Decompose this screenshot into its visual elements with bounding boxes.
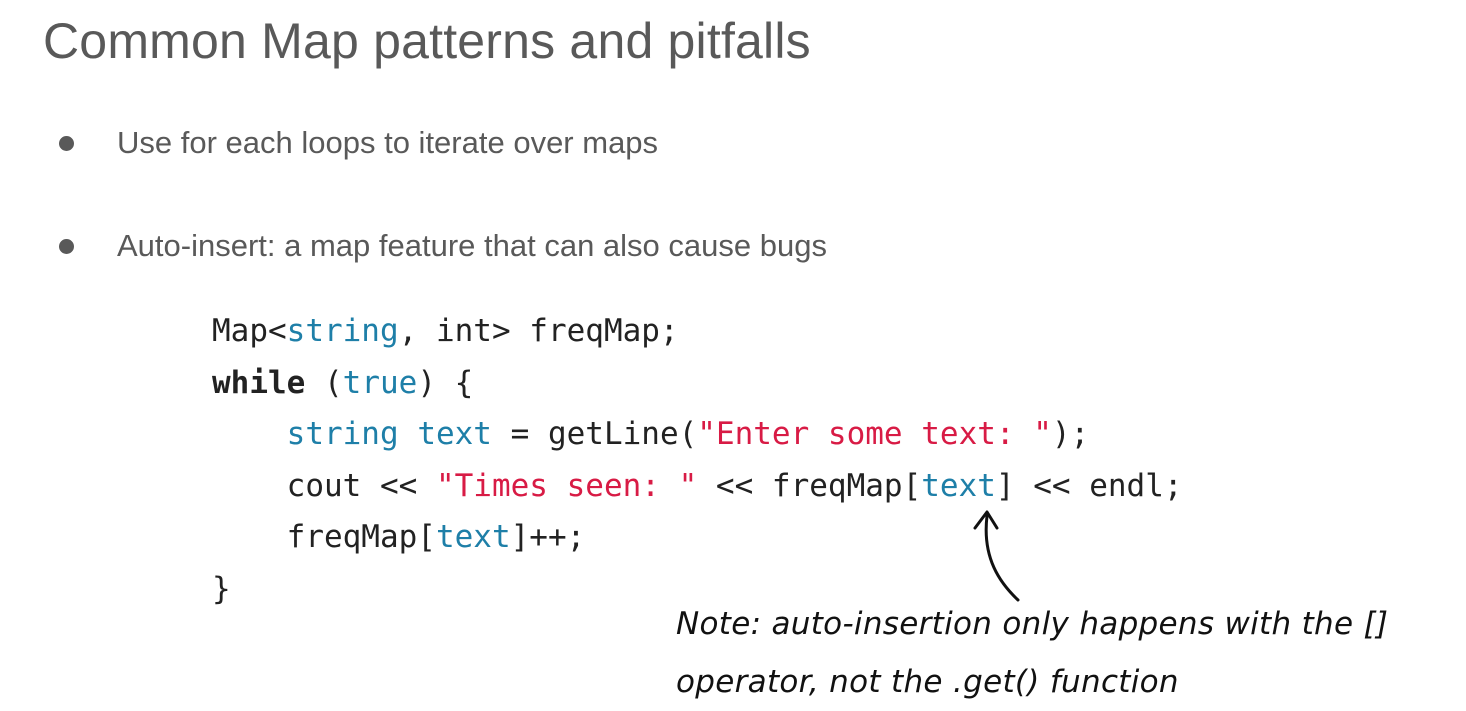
code-token: } (212, 570, 231, 607)
code-line: while (true) { (212, 358, 1183, 410)
code-token: ]++; (510, 519, 586, 555)
code-string: "Enter some text: " (697, 416, 1052, 452)
code-token: ( (305, 364, 343, 401)
code-token: text (417, 416, 492, 452)
code-token: cout << (212, 467, 436, 504)
bullet-text: Use for each loops to iterate over maps (117, 125, 659, 160)
note-line: Note: auto-insertion only happens with t… (676, 606, 1389, 642)
code-token: , int> freqMap; (398, 313, 679, 349)
code-token: true (342, 364, 418, 401)
code-token: text (435, 519, 511, 555)
handwritten-note: Note: auto-insertion only happens with t… (676, 595, 1456, 711)
handwritten-arrow-icon (973, 510, 1020, 602)
bullet-item: Use for each loops to iterate over maps (0, 123, 1000, 163)
code-keyword: while (212, 364, 306, 401)
note-line: operator, not the .get() function (676, 664, 1179, 700)
bullet-text: Auto-insert: a map feature that can also… (117, 228, 827, 263)
code-token: = getLine( (491, 416, 698, 452)
bullet-dot-icon (59, 239, 74, 254)
code-token: string (286, 416, 399, 452)
bullet-dot-icon (59, 136, 74, 151)
code-line: Map<string, int> freqMap; (212, 306, 1183, 358)
code-token: ) { (417, 364, 474, 401)
bullet-item: Auto-insert: a map feature that can also… (0, 226, 1000, 266)
code-token: << freqMap[ (697, 467, 922, 504)
code-line: string text = getLine("Enter some text: … (212, 409, 1183, 461)
code-token: ); (1051, 416, 1090, 452)
code-token: string (286, 313, 399, 349)
code-string: "Times seen: " (435, 467, 698, 504)
slide-title: Common Map patterns and pitfalls (43, 13, 811, 69)
code-token: freqMap[ (212, 519, 436, 555)
code-token: Map< (212, 313, 287, 349)
